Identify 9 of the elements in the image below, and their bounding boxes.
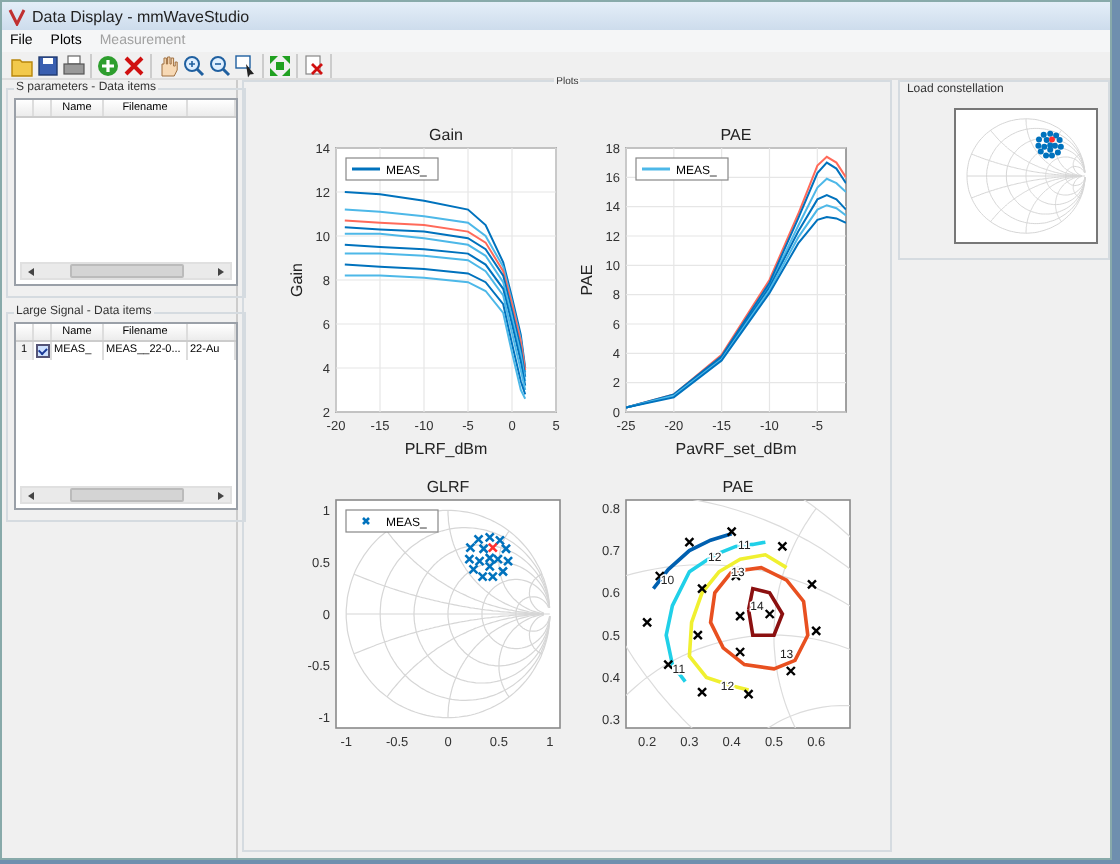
axis-title: PavRF_set_dBm [674,440,796,458]
chart-title: PAE [720,126,751,144]
axis-title: PAE [577,264,596,296]
chart-title: Gain [428,126,463,144]
chart-title: PAE [722,478,753,496]
axis-title: PLRF_dBm [404,440,487,458]
chart-title: GLRF [426,478,469,496]
axis-title: Gain [287,263,306,297]
window-title: Data Display - mmWaveStudio [32,7,250,25]
